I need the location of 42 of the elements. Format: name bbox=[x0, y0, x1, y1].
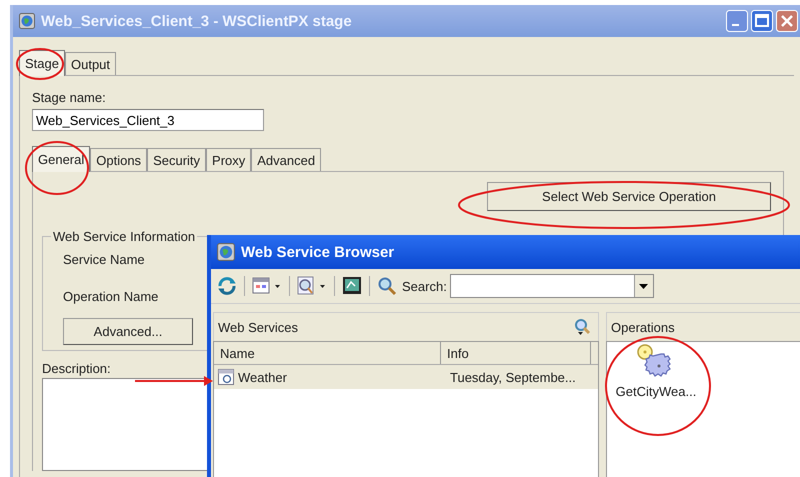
caret-icon bbox=[639, 284, 648, 288]
pane-title: Web Services bbox=[218, 320, 298, 334]
column-header[interactable]: Info bbox=[441, 342, 591, 364]
column-header[interactable]: Name bbox=[214, 342, 441, 364]
annotation-ellipse bbox=[16, 48, 64, 80]
view-icon[interactable] bbox=[252, 277, 282, 295]
tab[interactable]: Security bbox=[147, 148, 206, 171]
tab[interactable]: General bbox=[32, 146, 90, 172]
service-name: Weather bbox=[238, 370, 287, 384]
minimize-icon[interactable] bbox=[726, 10, 748, 32]
annotation-ellipse bbox=[25, 141, 89, 195]
search-field[interactable] bbox=[450, 274, 654, 298]
description-label: Description: bbox=[42, 361, 112, 376]
list-row[interactable]: Weather Tuesday, Septembe... bbox=[214, 365, 598, 389]
dropdown-button[interactable] bbox=[634, 275, 653, 297]
field-label: Operation Name bbox=[63, 289, 158, 306]
pane-title: Operations bbox=[611, 320, 675, 334]
field-label: Service Name bbox=[63, 252, 145, 269]
search-label: Search: bbox=[402, 278, 447, 294]
window-title: Web Service Browser bbox=[241, 244, 394, 260]
service-info: Tuesday, Septembe... bbox=[449, 370, 577, 384]
globe-icon bbox=[19, 13, 35, 29]
globe-icon bbox=[217, 243, 235, 261]
select-operation-button[interactable]: Select Web Service Operation bbox=[487, 182, 771, 211]
close-icon[interactable] bbox=[776, 10, 798, 32]
refresh-icon[interactable] bbox=[217, 276, 237, 296]
operation-label[interactable]: GetCityWea... bbox=[616, 384, 696, 399]
tab[interactable]: Advanced bbox=[251, 148, 322, 171]
tab[interactable]: Proxy bbox=[206, 148, 252, 171]
window-title: Web_Services_Client_3 - WSClientPX stage bbox=[41, 12, 353, 30]
search-icon[interactable] bbox=[572, 317, 592, 337]
tab[interactable]: Output bbox=[64, 52, 116, 75]
stage-name-field[interactable]: Web_Services_Client_3 bbox=[32, 109, 264, 131]
group-title: Web Service Information bbox=[52, 229, 196, 244]
magnifier-icon[interactable] bbox=[297, 276, 327, 296]
service-icon bbox=[218, 369, 234, 385]
maximize-icon[interactable] bbox=[751, 10, 773, 32]
search-icon bbox=[377, 276, 397, 296]
tab[interactable]: Options bbox=[90, 148, 148, 171]
advanced-button[interactable]: Advanced... bbox=[63, 318, 193, 345]
stage-name-label: Stage name: bbox=[32, 90, 106, 105]
monitor-icon[interactable] bbox=[342, 276, 362, 296]
